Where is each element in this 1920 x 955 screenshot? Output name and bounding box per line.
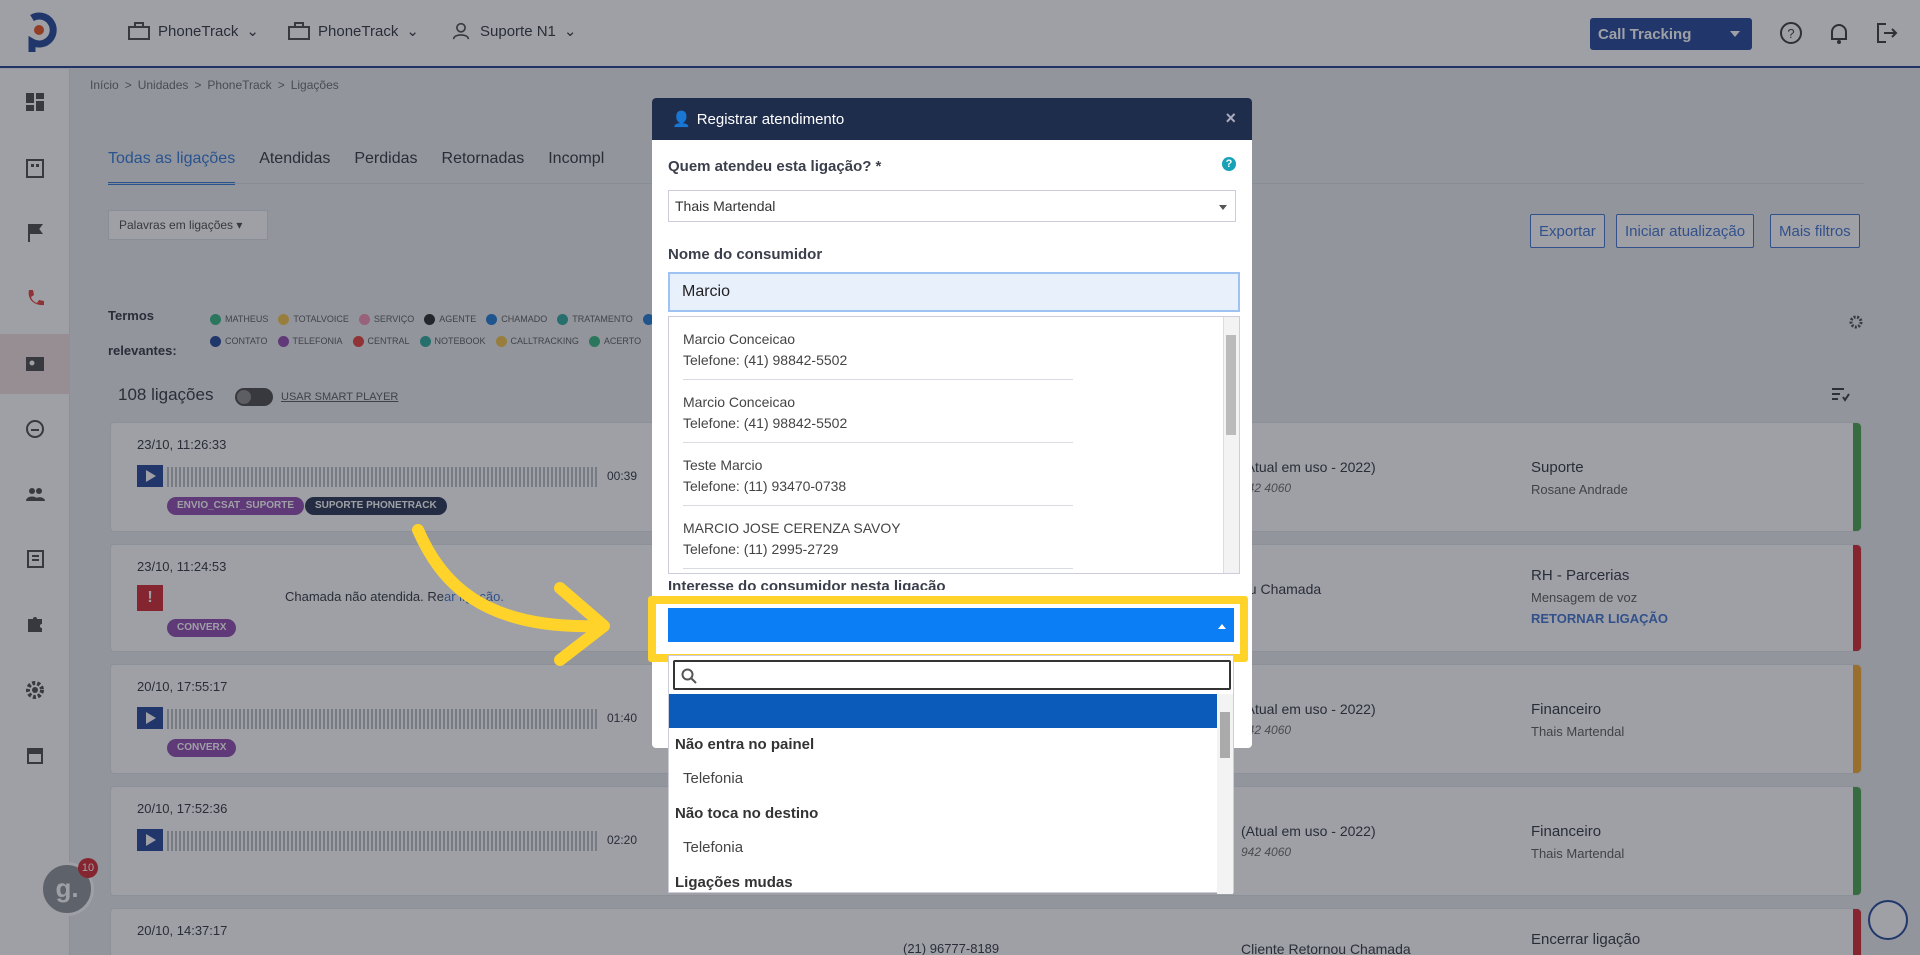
close-icon[interactable]: × — [1225, 108, 1236, 129]
modal-title: Registrar atendimento — [696, 110, 845, 128]
autocomplete-scrollbar[interactable] — [1223, 317, 1239, 573]
dropdown-search-input[interactable] — [673, 660, 1231, 690]
suggestion-phone: Telefone: (41) 98842-5502 — [683, 415, 848, 431]
scrollbar-thumb[interactable] — [1226, 335, 1236, 435]
autocomplete-item[interactable]: MARCIO JOSE CERENZA SAVOY Telefone: (11) … — [683, 518, 1073, 569]
suggestion-name: Marcio Conceicao — [683, 394, 796, 410]
autocomplete-item[interactable]: Teste Marcio Telefone: (11) 93470-0738 — [683, 455, 1073, 506]
answered-by-value: Thais Martendal — [675, 198, 776, 214]
suggestion-name: Teste Marcio — [683, 457, 763, 473]
answered-by-label: Quem atendeu esta ligação? * — [668, 158, 882, 175]
search-icon — [681, 668, 697, 684]
annotation-arrow-icon — [412, 524, 610, 666]
answered-by-select[interactable]: Thais Martendal — [668, 190, 1236, 222]
consumer-interest-dropdown: Não entra no painel Telefonia Não toca n… — [668, 655, 1234, 894]
consumer-interest-select[interactable] — [668, 608, 1234, 642]
help-icon[interactable]: ? — [1222, 157, 1236, 171]
suggestion-phone: Telefone: (11) 2995-2729 — [683, 541, 839, 557]
dropdown-group: Ligações mudas — [675, 874, 793, 891]
dropdown-option-highlighted[interactable] — [669, 694, 1219, 728]
caret-down-icon — [1219, 205, 1227, 210]
suggestion-phone: Telefone: (41) 98842-5502 — [683, 352, 848, 368]
modal-header: 👤 Registrar atendimento — [652, 98, 1252, 140]
dropdown-group: Não entra no painel — [675, 736, 815, 753]
autocomplete-item[interactable]: Marcio Conceicao Telefone: (41) 98842-550… — [683, 329, 1073, 380]
consumer-autocomplete-list: Marcio Conceicao Telefone: (41) 98842-550… — [668, 316, 1240, 574]
consumer-name-input[interactable]: Marcio — [668, 272, 1240, 312]
dropdown-option[interactable]: Telefonia — [683, 839, 743, 856]
user-icon: 👤 — [672, 111, 691, 128]
dropdown-option[interactable]: Telefonia — [683, 770, 743, 787]
autocomplete-item[interactable]: Marcio Conceicao Telefone: (41) 98842-550… — [683, 392, 1073, 443]
suggestion-name: MARCIO JOSE CERENZA SAVOY — [683, 520, 901, 536]
dropdown-scrollbar[interactable] — [1217, 694, 1233, 894]
consumer-name-label: Nome do consumidor — [668, 246, 823, 263]
dropdown-group: Não toca no destino — [675, 805, 819, 822]
suggestion-name: Marcio Conceicao — [683, 331, 796, 347]
consumer-interest-label: Interesse do consumidor nesta ligação — [668, 578, 946, 590]
scrollbar-thumb[interactable] — [1220, 712, 1230, 758]
suggestion-phone: Telefone: (11) 93470-0738 — [683, 478, 847, 494]
caret-up-icon — [1218, 624, 1226, 629]
